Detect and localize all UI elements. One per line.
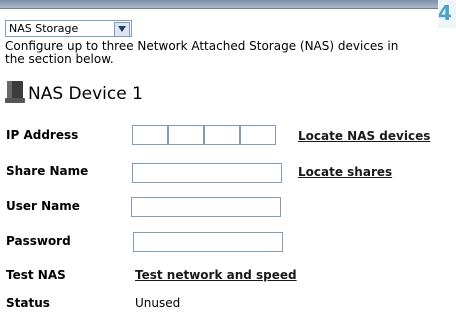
storage-type-value: NAS Storage bbox=[9, 22, 79, 35]
ip-octet-1[interactable] bbox=[132, 125, 168, 145]
locate-nas-devices-link[interactable]: Locate NAS devices bbox=[298, 129, 430, 143]
test-nas-label: Test NAS bbox=[6, 268, 66, 282]
password-input[interactable] bbox=[133, 232, 283, 252]
password-label: Password bbox=[6, 234, 71, 248]
intro-text: Configure up to three Network Attached S… bbox=[5, 39, 399, 66]
share-name-input[interactable] bbox=[132, 163, 282, 183]
page-number: 4 bbox=[438, 0, 456, 28]
ip-octet-4[interactable] bbox=[240, 125, 276, 145]
top-bar bbox=[0, 0, 456, 9]
ip-address-label: IP Address bbox=[6, 128, 79, 142]
nas-device-icon bbox=[5, 80, 25, 104]
ip-octet-2[interactable] bbox=[168, 125, 204, 145]
device-title: NAS Device 1 bbox=[28, 84, 143, 104]
status-value: Unused bbox=[135, 296, 181, 310]
chevron-down-icon[interactable] bbox=[114, 22, 130, 37]
user-name-label: User Name bbox=[6, 199, 80, 213]
storage-type-select[interactable]: NAS Storage bbox=[5, 20, 132, 37]
status-label: Status bbox=[6, 296, 50, 310]
user-name-input[interactable] bbox=[131, 197, 281, 217]
ip-octet-3[interactable] bbox=[204, 125, 240, 145]
share-name-label: Share Name bbox=[6, 164, 89, 178]
locate-shares-link[interactable]: Locate shares bbox=[298, 165, 392, 179]
test-network-link[interactable]: Test network and speed bbox=[135, 268, 297, 282]
